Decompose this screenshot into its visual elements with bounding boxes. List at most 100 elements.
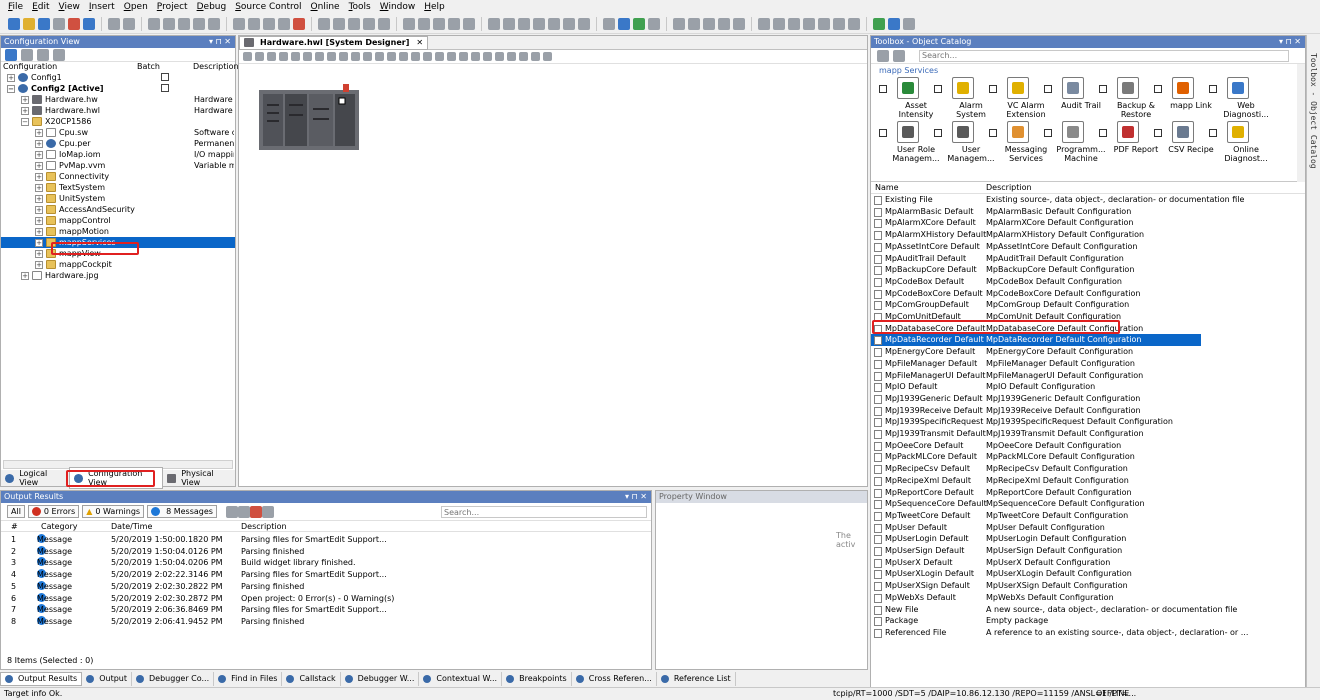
filter-warnings-button[interactable]: ▲ 0 Warnings [82,505,145,518]
toolbox-item-checkbox[interactable] [1209,129,1217,137]
designer-tool-icon[interactable] [351,52,360,61]
toolbar-button-icon[interactable] [23,17,35,30]
expand-toggle-icon[interactable]: + [35,227,43,236]
catalog-scrollbar[interactable] [1297,64,1305,182]
designer-tool-icon[interactable] [279,52,288,61]
toolbar-button-icon[interactable] [688,17,700,30]
output-row[interactable]: 5 Message 5/20/2019 2:02:30.2822 PM Parsing… [1,580,651,593]
designer-tool-icon[interactable] [387,52,396,61]
toolbar-button-icon[interactable] [758,17,770,30]
toolbar-button-icon[interactable] [123,17,135,30]
object-list-item[interactable]: MpAssetIntCore Default MpAssetIntCore Def… [871,241,1201,253]
toolbar-button-icon[interactable] [68,17,80,30]
tree-item[interactable]: + Hardware.hwl Hardware to [1,105,235,116]
filter-icon[interactable] [893,49,905,62]
object-list-item[interactable]: New File A new source-, data object-, dec… [871,604,1237,616]
object-list-item[interactable]: MpCodeBoxCore Default MpCodeBoxCore Defau… [871,288,1201,300]
designer-tool-icon[interactable] [399,52,408,61]
object-list-item[interactable]: MpAlarmBasic Default MpAlarmBasic Default… [871,206,1201,218]
object-list-item[interactable]: MpTweetCore Default MpTweetCore Default C… [871,510,1201,522]
toolbar-button-icon[interactable] [618,17,630,30]
object-list-item[interactable]: MpFileManager Default MpFileManager Defau… [871,358,1201,370]
tree-item[interactable]: + Connectivity [1,171,235,182]
designer-tool-icon[interactable] [303,52,312,61]
object-list-item[interactable]: MpUserLogin Default MpUserLogin Default C… [871,533,1201,545]
expand-toggle-icon[interactable]: + [35,183,43,192]
object-list-item[interactable]: Existing File Existing source-, data obje… [871,194,1244,206]
object-list-item[interactable]: MpAlarmXCore Default MpAlarmXCore Default… [871,217,1201,229]
tree-item[interactable]: + Hardware.jpg [1,270,235,281]
tree-item[interactable]: + mappControl [1,215,235,226]
object-list-item[interactable]: MpJ1939Transmit Default MpJ1939Transmit D… [871,428,1201,440]
output-controls[interactable]: ▾ ⊓ ✕ [625,491,647,503]
expand-toggle-icon[interactable]: + [35,249,43,258]
object-list-item[interactable]: MpFileManagerUI Default MpFileManagerUI D… [871,370,1201,382]
object-list-item[interactable]: MpUserSign Default MpUserSign Default Con… [871,545,1201,557]
toolbar-button-icon[interactable] [518,17,530,30]
bottom-tab-output-results[interactable]: Output Results [0,671,83,686]
toolbox-item-checkbox[interactable] [1044,85,1052,93]
designer-tool-icon[interactable] [255,52,264,61]
batch-checkbox[interactable] [161,84,169,92]
designer-tool-icon[interactable] [315,52,324,61]
tab-hardware-hwl[interactable]: Hardware.hwl [System Designer] ✕ [239,35,429,50]
bottom-tab-breakpoints[interactable]: Breakpoints [502,671,572,686]
toolbar-button-icon[interactable] [263,17,275,30]
toolbar-button-icon[interactable] [533,17,545,30]
expand-toggle-icon[interactable]: + [35,161,43,170]
toolbar-button-icon[interactable] [378,17,390,30]
toolbar-button-icon[interactable] [773,17,785,30]
toolbar-button-icon[interactable] [603,17,615,30]
tree-item[interactable]: − Config2 [Active] [1,83,235,94]
toolbar-button-icon[interactable] [633,17,645,30]
expand-toggle-icon[interactable]: + [35,150,43,159]
toolbar-button-icon[interactable] [318,17,330,30]
toolbar-button-icon[interactable] [83,17,95,30]
toolbar-button-icon[interactable] [403,17,415,30]
toolbar-button-icon[interactable] [418,17,430,30]
object-list-item[interactable]: MpAuditTrail Default MpAuditTrail Default… [871,253,1201,265]
list-header-description[interactable]: Description [986,183,1032,192]
tree-item[interactable]: + Cpu.per Permanent v [1,138,235,149]
toolbox-item[interactable]: VC Alarm Extension [989,77,1046,119]
toolbox-item[interactable]: User Role Managem... [879,121,940,163]
object-list-item[interactable]: MpJ1939SpecificRequest ... MpJ1939Specifi… [871,416,1201,428]
toolbar-button-icon[interactable] [148,17,160,30]
designer-tool-icon[interactable] [411,52,420,61]
object-list-item[interactable]: MpEnergyCore Default MpEnergyCore Default… [871,346,1201,358]
bottom-tab-debugger-co[interactable]: Debugger Co... [132,671,215,686]
object-list-item[interactable]: MpRecipeCsv Default MpRecipeCsv Default C… [871,463,1201,475]
col-configuration[interactable]: Configuration [3,62,57,71]
toolbar-button-icon[interactable] [108,17,120,30]
toolbox-item[interactable]: Asset Intensity [879,77,933,119]
copy-icon[interactable] [261,505,274,518]
toolbox-item-checkbox[interactable] [934,85,942,93]
toolbar-button-icon[interactable] [8,17,20,30]
expand-toggle-icon[interactable]: + [35,205,43,214]
toolbox-item-checkbox[interactable] [879,85,887,93]
toolbar-button-icon[interactable] [278,17,290,30]
toolbox-item[interactable]: Alarm System [934,77,986,119]
plc-hardware-image[interactable] [259,84,359,152]
designer-tool-icon[interactable] [339,52,348,61]
toolbar-button-icon[interactable] [363,17,375,30]
toolbox-item[interactable]: Backup & Restore [1099,77,1155,119]
col-num[interactable]: # [11,522,18,531]
expand-toggle-icon[interactable]: + [35,172,43,181]
list-header-name[interactable]: Name [875,183,899,192]
tree-item[interactable]: + AccessAndSecurity [1,204,235,215]
object-list-item[interactable]: MpBackupCore Default MpBackupCore Default… [871,264,1201,276]
output-row[interactable]: 1 Message 5/20/2019 1:50:00.1820 PM Parsing… [1,534,651,546]
expand-toggle-icon[interactable]: + [21,271,29,280]
toolbar-button-icon[interactable] [333,17,345,30]
designer-tool-icon[interactable] [471,52,480,61]
expand-toggle-icon[interactable]: + [35,260,43,269]
bottom-tab-contextual-w[interactable]: Contextual W... [419,671,503,686]
tree-item[interactable]: − X20CP1586 [1,116,235,127]
designer-tool-icon[interactable] [459,52,468,61]
toolbar-button-icon[interactable] [208,17,220,30]
toolbar-button-icon[interactable] [833,17,845,30]
toolbar-button-icon[interactable] [178,17,190,30]
tree-item[interactable]: + UnitSystem [1,193,235,204]
toolbar-button-icon[interactable] [38,17,50,30]
